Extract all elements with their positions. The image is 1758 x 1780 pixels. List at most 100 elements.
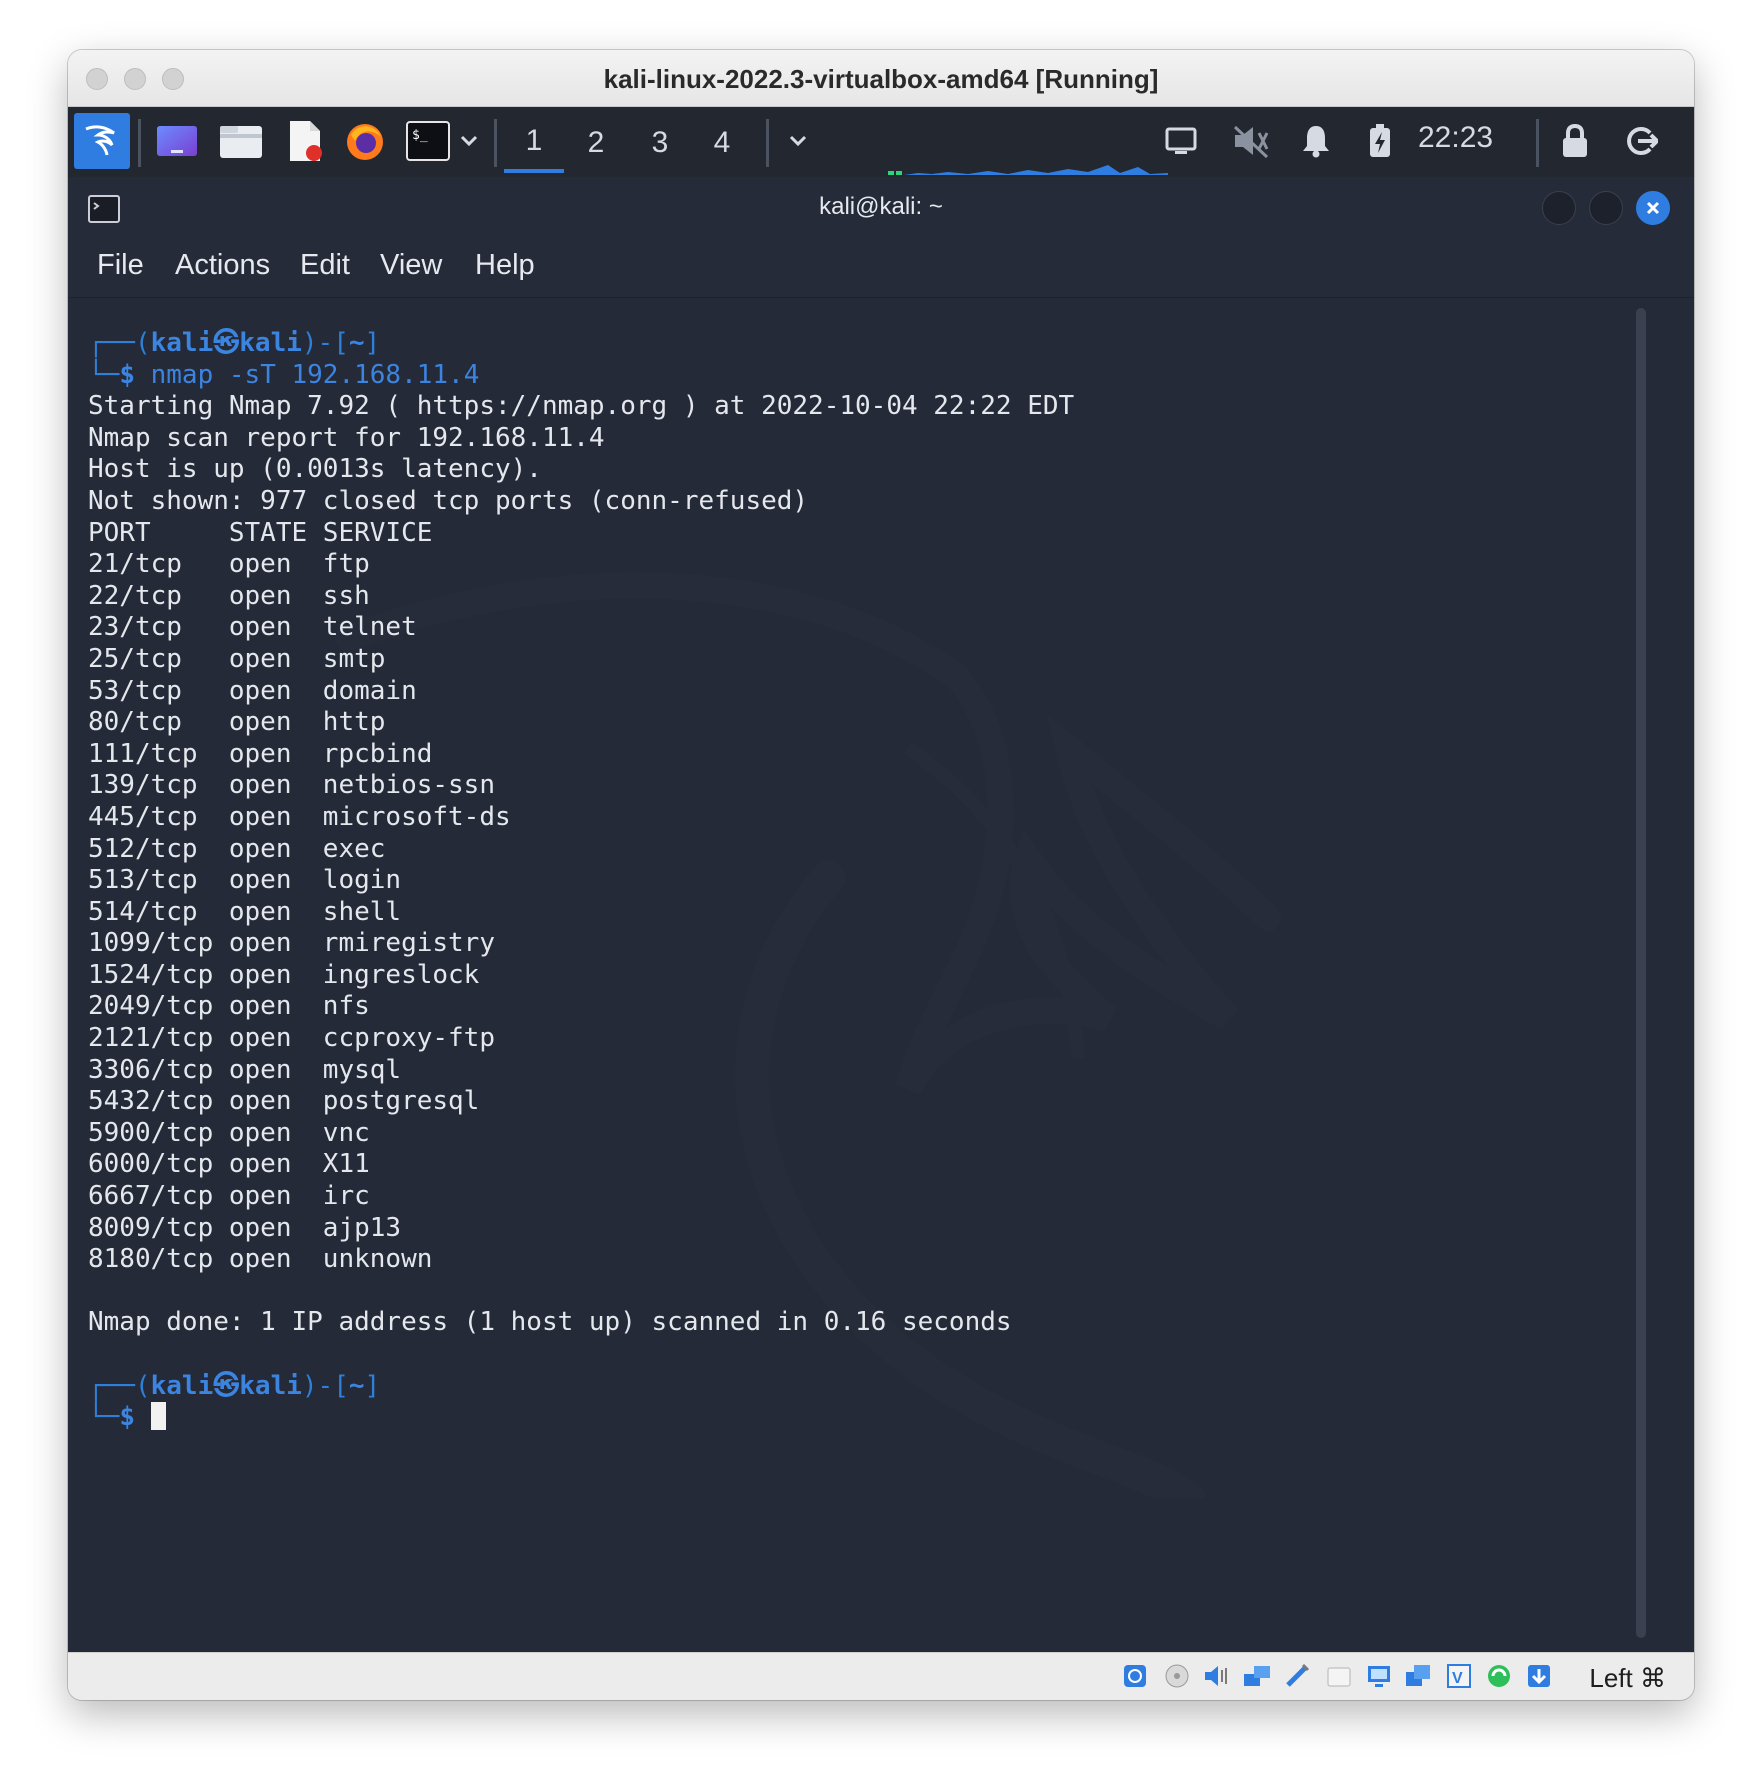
output-line: 8180/tcp open unknown [88,1244,433,1275]
terminal-launcher-button[interactable]: $_ [404,113,452,169]
close-icon [1646,201,1660,215]
vm-status-bar: V Left ⌘ [68,1652,1694,1700]
guest-screen: $_ 1 2 3 4 22:23 kali@kali: ~ File Actio… [68,107,1694,1652]
prompt-dollar: $ [119,359,135,390]
output-line: Starting Nmap 7.92 ( https://nmap.org ) … [88,391,1075,422]
vm-window-titlebar[interactable]: kali-linux-2022.3-virtualbox-amd64 [Runn… [68,50,1694,107]
output-line: 1524/tcp open ingreslock [88,959,480,990]
terminal-maximize-button[interactable] [1589,191,1623,225]
prompt-dir-close: ] [364,328,381,358]
workspace-2[interactable]: 2 [566,113,626,173]
prompt-dir-open: )-[ [301,1370,349,1401]
panel-clock[interactable]: 22:23 [1418,121,1493,155]
output-line: 2121/tcp open ccproxy-ftp [88,1023,495,1054]
output-line: PORT STATE SERVICE [88,517,433,548]
bell-icon [1303,126,1329,158]
terminal-close-button[interactable] [1636,191,1670,225]
output-line: 23/tcp open telnet [88,612,417,643]
svg-text:$_: $_ [412,128,428,143]
output-line: 514/tcp open shell [88,896,402,927]
terminal-menubar: File Actions Edit View Help [68,239,1694,298]
workspace-3[interactable]: 3 [630,113,690,173]
prompt-frame-bottom: └─ [88,1402,120,1433]
firefox-button[interactable] [340,113,390,169]
usb-status-icon[interactable] [1282,1661,1312,1691]
shared-folders-status-icon[interactable] [1324,1661,1354,1691]
prompt-dir: ~ [348,328,365,358]
window-list-dropdown[interactable] [780,113,816,169]
guest-additions-status-icon[interactable] [1484,1661,1514,1691]
power-status-button[interactable] [1360,113,1400,169]
prompt-at-symbol: ㉿ [213,328,240,358]
panel-separator [1536,119,1539,167]
output-line: 25/tcp open smtp [88,643,386,674]
output-line: 139/tcp open netbios-ssn [88,770,495,801]
display-status-icon[interactable] [1364,1661,1394,1691]
logout-button[interactable] [1618,113,1664,169]
output-line: Not shown: 977 closed tcp ports (conn-re… [88,485,809,516]
workspace-1[interactable]: 1 [504,113,564,173]
audio-status-icon[interactable] [1202,1661,1232,1691]
cpu-graph-icon [888,165,1168,175]
prompt-user: kali [150,328,214,358]
recording-status-icon[interactable] [1404,1661,1434,1691]
output-line: 6000/tcp open X11 [88,1149,370,1180]
output-line: 3306/tcp open mysql [88,1054,402,1085]
kali-menu-button[interactable] [74,113,130,169]
terminal-title: kali@kali: ~ [819,193,943,220]
output-line: 111/tcp open rpcbind [88,738,433,769]
show-desktop-button[interactable] [152,113,202,169]
prompt-dir-close: ] [364,1370,381,1401]
terminal-icon: $_ [406,121,450,161]
firefox-icon [347,124,383,160]
output-line: 6667/tcp open irc [88,1181,370,1212]
terminal-window: kali@kali: ~ File Actions Edit View Help [68,177,1694,1652]
output-line: 2049/tcp open nfs [88,991,370,1022]
cpu-vt-status-icon[interactable]: V [1444,1661,1474,1691]
terminal-scrollbar[interactable] [1636,308,1646,1638]
hard-disk-status-icon[interactable] [1120,1661,1150,1691]
menu-file[interactable]: File [97,249,144,282]
file-manager-button[interactable] [214,113,268,169]
menu-help[interactable]: Help [475,249,535,282]
logout-icon [1627,127,1658,155]
network-status-icon[interactable] [1242,1661,1272,1691]
prompt-dir: ~ [348,1370,365,1401]
terminal-output-area[interactable]: ┌──(kali㉿kali)-[~] └─$ nmap -sT 192.168.… [68,298,1668,1652]
volume-button[interactable] [1228,113,1274,169]
top-panel: $_ 1 2 3 4 22:23 [68,107,1694,178]
desktop-icon [157,126,197,156]
vm-window-title: kali-linux-2022.3-virtualbox-amd64 [Runn… [603,64,1159,94]
terminal-minimize-button[interactable] [1542,191,1576,225]
display-settings-button[interactable] [1158,113,1204,169]
output-line: 8009/tcp open ajp13 [88,1212,402,1243]
monitor-icon [1165,127,1197,154]
menu-actions[interactable]: Actions [175,249,270,282]
kali-dragon-icon [85,125,115,156]
prompt-dir-open: )-[ [301,328,349,358]
menu-view[interactable]: View [380,249,442,282]
battery-charging-icon [1370,124,1390,157]
text-editor-button[interactable] [280,113,330,169]
workspace-4[interactable]: 4 [692,113,752,173]
menu-edit[interactable]: Edit [300,249,350,282]
optical-drive-status-icon[interactable] [1162,1661,1192,1691]
prompt-at-symbol: ㉿ [213,1370,240,1401]
vm-window: kali-linux-2022.3-virtualbox-amd64 [Runn… [68,50,1694,1700]
command-text: nmap -sT 192.168.11.4 [150,359,480,390]
terminal-titlebar[interactable]: kali@kali: ~ [68,177,1694,239]
launcher-dropdown-button[interactable] [454,113,484,169]
panel-separator [494,119,497,167]
output-line: Host is up (0.0013s latency). [88,454,542,485]
text-cursor [150,1402,166,1431]
keyboard-capture-status-icon[interactable] [1524,1661,1554,1691]
prompt-dollar: $ [119,1402,135,1433]
chevron-down-icon [460,135,478,147]
output-line: 53/tcp open domain [88,675,417,706]
notifications-button[interactable] [1294,113,1338,169]
svg-text:V: V [1452,1670,1463,1687]
lock-screen-button[interactable] [1552,113,1598,169]
speaker-muted-icon [1233,125,1269,159]
prompt-user: kali [150,1370,214,1401]
panel-separator [138,119,141,167]
